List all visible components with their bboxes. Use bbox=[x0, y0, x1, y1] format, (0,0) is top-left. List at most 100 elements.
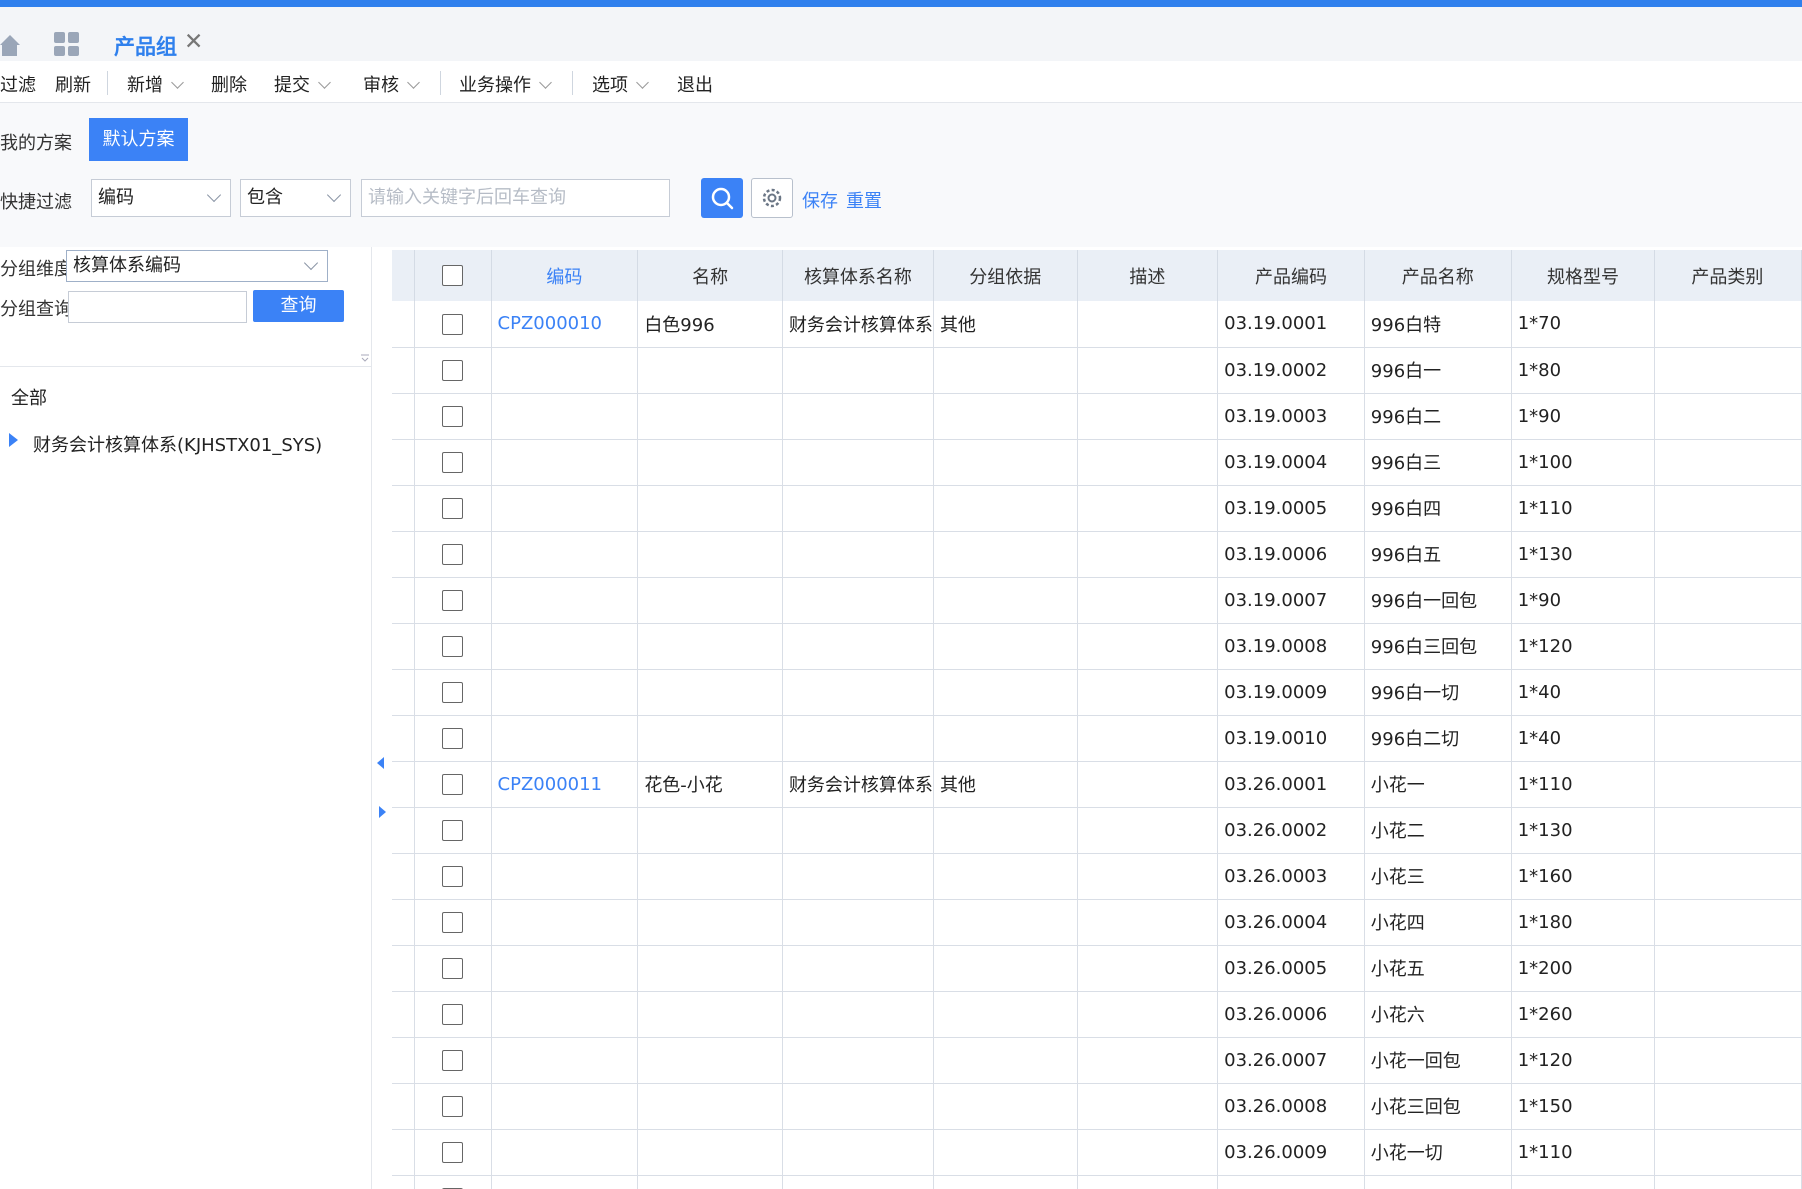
table-row[interactable]: 03.19.0010 996白二切 1*40 bbox=[392, 715, 1802, 762]
spec-cell: 1*100 bbox=[1511, 439, 1656, 486]
row-checkbox[interactable] bbox=[442, 1095, 464, 1117]
col-header-system-name[interactable]: 核算体系名称 bbox=[782, 250, 934, 301]
row-checkbox[interactable] bbox=[442, 727, 464, 749]
product-category-cell bbox=[1654, 945, 1802, 992]
row-checkbox[interactable] bbox=[442, 635, 464, 657]
row-checkbox[interactable] bbox=[442, 1049, 464, 1071]
system-name-cell bbox=[782, 439, 934, 486]
row-checkbox[interactable] bbox=[442, 497, 464, 519]
col-header-product-category[interactable]: 产品类别 bbox=[1654, 250, 1802, 301]
exit-button[interactable]: 退出 bbox=[677, 71, 713, 97]
col-header-group-basis[interactable]: 分组依据 bbox=[933, 250, 1078, 301]
product-code-cell: 03.19.0010 bbox=[1217, 715, 1365, 762]
table-row[interactable]: 03.19.0003 996白二 1*90 bbox=[392, 393, 1802, 440]
row-checkbox[interactable] bbox=[442, 957, 464, 979]
code-cell[interactable]: CPZ000011 bbox=[491, 761, 639, 808]
row-marker bbox=[392, 1083, 415, 1130]
row-checkbox[interactable] bbox=[442, 313, 464, 335]
row-select-cell bbox=[414, 899, 492, 946]
row-checkbox[interactable] bbox=[442, 589, 464, 611]
filter-settings-button[interactable] bbox=[751, 178, 793, 218]
row-checkbox[interactable] bbox=[442, 405, 464, 427]
col-header-name[interactable]: 名称 bbox=[637, 250, 783, 301]
delete-button[interactable]: 删除 bbox=[211, 71, 247, 97]
table-row[interactable]: 03.26.0007 小花一回包 1*120 bbox=[392, 1037, 1802, 1084]
table-row[interactable]: 03.19.0006 996白五 1*130 bbox=[392, 531, 1802, 578]
description-cell bbox=[1077, 485, 1219, 532]
filter-field-select[interactable]: 编码 bbox=[91, 179, 231, 217]
reset-link[interactable]: 重置 bbox=[846, 187, 882, 213]
row-checkbox[interactable] bbox=[442, 819, 464, 841]
row-select-cell bbox=[414, 991, 492, 1038]
filter-operator-select[interactable]: 包含 bbox=[240, 179, 351, 217]
row-checkbox[interactable] bbox=[442, 865, 464, 887]
col-header-description[interactable]: 描述 bbox=[1077, 250, 1219, 301]
product-code-cell: 03.26.0007 bbox=[1217, 1037, 1365, 1084]
home-icon[interactable] bbox=[0, 32, 20, 58]
code-cell[interactable]: CPZ000010 bbox=[491, 301, 639, 348]
filter-button[interactable]: 过滤 bbox=[0, 71, 36, 97]
table-row[interactable]: 03.19.0004 996白三 1*100 bbox=[392, 439, 1802, 486]
search-icon bbox=[711, 187, 734, 210]
row-checkbox[interactable] bbox=[442, 451, 464, 473]
add-button[interactable]: 新增 bbox=[127, 71, 184, 97]
product-category-cell bbox=[1654, 807, 1802, 854]
table-row[interactable]: 03.26.0002 小花二 1*130 bbox=[392, 807, 1802, 854]
search-button[interactable] bbox=[701, 178, 743, 218]
table-row[interactable] bbox=[392, 1175, 1802, 1189]
group-dimension-select[interactable]: 核算体系编码 bbox=[66, 250, 328, 282]
collapse-handle-icon[interactable] bbox=[360, 352, 370, 362]
table-row[interactable]: CPZ000010 白色996 财务会计核算体系 其他 03.19.0001 996白特 1… bbox=[392, 301, 1802, 348]
table-row[interactable]: 03.26.0004 小花四 1*180 bbox=[392, 899, 1802, 946]
code-cell bbox=[491, 669, 639, 716]
table-row[interactable]: 03.26.0003 小花三 1*160 bbox=[392, 853, 1802, 900]
table-row[interactable]: 03.26.0009 小花一切 1*110 bbox=[392, 1129, 1802, 1176]
business-ops-button[interactable]: 业务操作 bbox=[459, 71, 552, 97]
row-checkbox[interactable] bbox=[442, 359, 464, 381]
group-query-input[interactable] bbox=[68, 291, 247, 323]
row-checkbox[interactable] bbox=[442, 911, 464, 933]
table-row[interactable]: 03.19.0005 996白四 1*110 bbox=[392, 485, 1802, 532]
tree-expand-icon[interactable] bbox=[9, 433, 18, 447]
tree-item-accounting-system[interactable]: 财务会计核算体系(KJHSTX01_SYS) bbox=[33, 431, 322, 457]
submit-button[interactable]: 提交 bbox=[274, 71, 331, 97]
table-row[interactable]: 03.19.0002 996白一 1*80 bbox=[392, 347, 1802, 394]
description-cell bbox=[1077, 439, 1219, 486]
group-query-button[interactable]: 查询 bbox=[253, 290, 344, 322]
select-all-checkbox[interactable] bbox=[442, 265, 464, 287]
table-row[interactable]: CPZ000011 花色-小花 财务会计核算体系 其他 03.26.0001 小花一 1*1… bbox=[392, 761, 1802, 808]
app-grid-icon[interactable] bbox=[54, 32, 79, 56]
table-row[interactable]: 03.26.0008 小花三回包 1*150 bbox=[392, 1083, 1802, 1130]
table-row[interactable]: 03.19.0008 996白三回包 1*120 bbox=[392, 623, 1802, 670]
save-link[interactable]: 保存 bbox=[802, 187, 838, 213]
row-checkbox[interactable] bbox=[442, 543, 464, 565]
audit-button[interactable]: 审核 bbox=[363, 71, 420, 97]
table-row[interactable]: 03.19.0009 996白一切 1*40 bbox=[392, 669, 1802, 716]
col-header-product-name[interactable]: 产品名称 bbox=[1364, 250, 1512, 301]
col-header-code[interactable]: 编码 bbox=[491, 250, 639, 301]
table-row[interactable]: 03.26.0005 小花五 1*200 bbox=[392, 945, 1802, 992]
table-row[interactable]: 03.26.0006 小花六 1*260 bbox=[392, 991, 1802, 1038]
product-category-cell bbox=[1654, 1175, 1802, 1189]
row-checkbox[interactable] bbox=[442, 681, 464, 703]
close-icon[interactable]: ✕ bbox=[184, 29, 203, 55]
row-checkbox[interactable] bbox=[442, 773, 464, 795]
tab-product-group[interactable]: 产品组 ✕ bbox=[98, 14, 218, 68]
refresh-button[interactable]: 刷新 bbox=[55, 71, 91, 97]
default-scheme-button[interactable]: 默认方案 bbox=[89, 118, 188, 161]
collapse-left-icon[interactable] bbox=[377, 757, 384, 769]
system-name-cell: 财务会计核算体系 bbox=[782, 301, 934, 348]
group-basis-cell bbox=[933, 1175, 1078, 1189]
table-row[interactable]: 03.19.0007 996白一回包 1*90 bbox=[392, 577, 1802, 624]
name-cell bbox=[637, 393, 783, 440]
options-button[interactable]: 选项 bbox=[592, 71, 649, 97]
row-checkbox[interactable] bbox=[442, 1003, 464, 1025]
tree-item-all[interactable]: 全部 bbox=[11, 384, 47, 410]
product-code-cell: 03.19.0003 bbox=[1217, 393, 1365, 440]
expand-right-icon[interactable] bbox=[379, 806, 386, 818]
system-name-cell bbox=[782, 715, 934, 762]
col-header-spec[interactable]: 规格型号 bbox=[1511, 250, 1656, 301]
row-checkbox[interactable] bbox=[442, 1141, 464, 1163]
col-header-product-code[interactable]: 产品编码 bbox=[1217, 250, 1365, 301]
keyword-search-input[interactable]: 请输入关键字后回车查询 bbox=[361, 179, 670, 217]
